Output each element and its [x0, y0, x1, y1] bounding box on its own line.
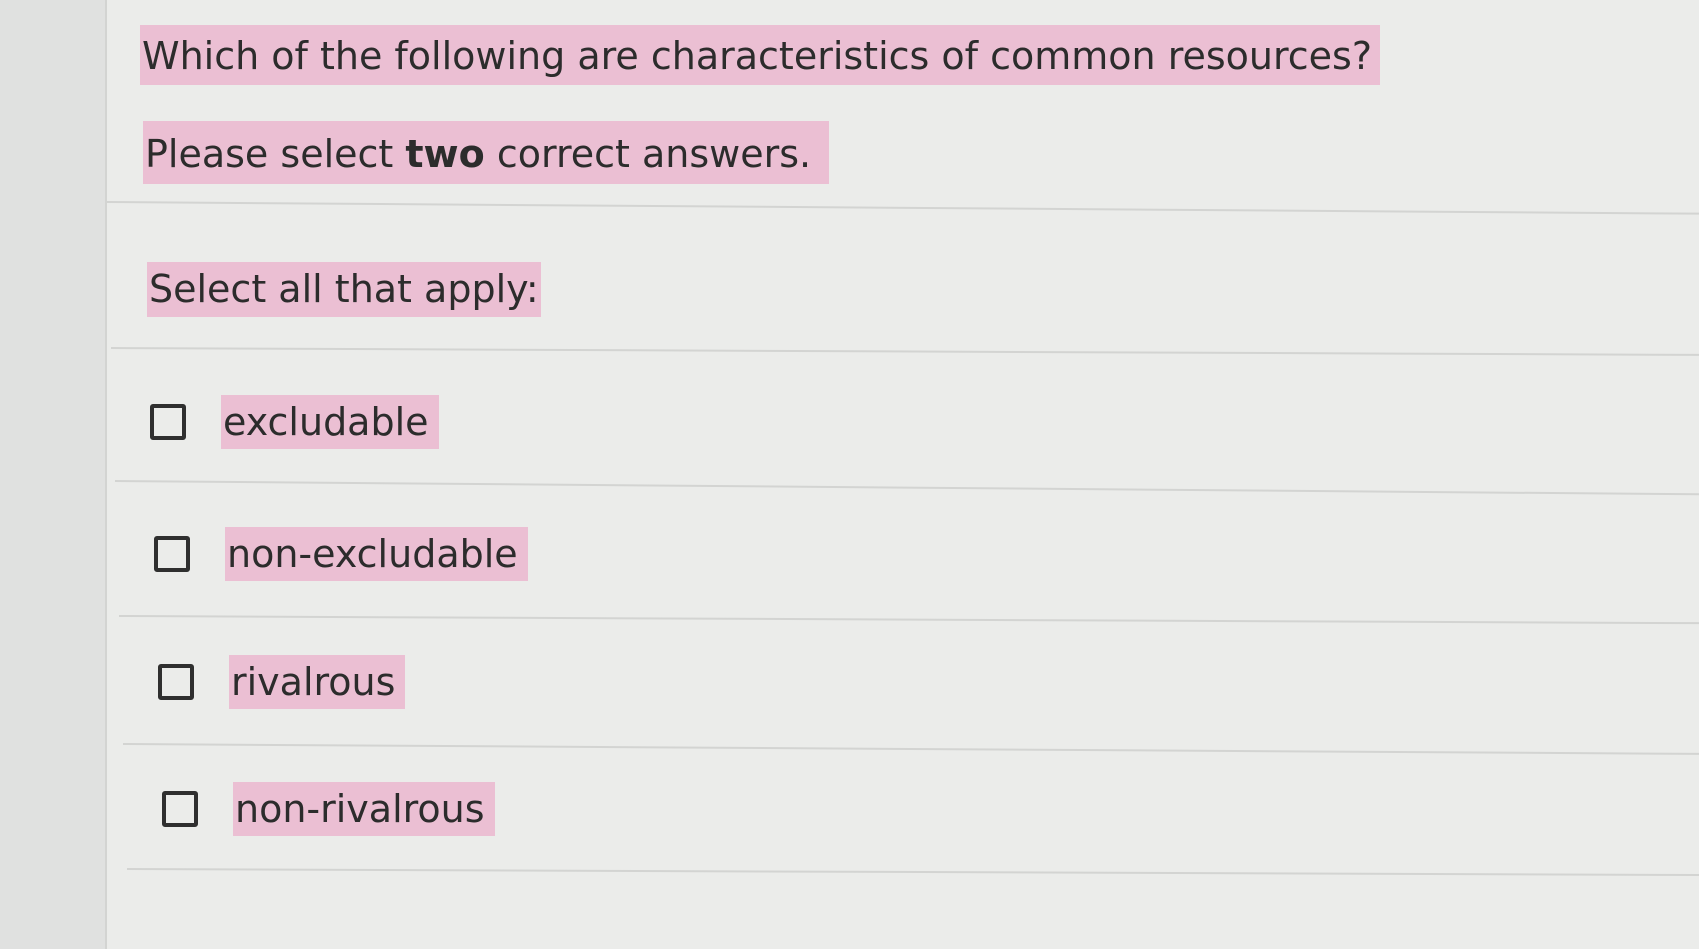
- option-non-rivalrous[interactable]: non-rivalrous: [162, 782, 495, 836]
- option-rivalrous[interactable]: rivalrous: [158, 655, 406, 709]
- left-gutter: [0, 0, 110, 949]
- checkbox[interactable]: [162, 791, 198, 827]
- option-label: non-excludable: [225, 527, 528, 581]
- question-text: Which of the following are characteristi…: [140, 25, 1381, 85]
- option-non-excludable[interactable]: non-excludable: [154, 527, 528, 581]
- instruction-prefix: Please select: [145, 132, 406, 176]
- option-excludable[interactable]: excludable: [150, 395, 439, 449]
- checkbox[interactable]: [154, 536, 190, 572]
- instruction-emphasis: two: [405, 132, 485, 176]
- option-label: rivalrous: [229, 655, 406, 709]
- instruction-text: Please select two correct answers.: [143, 121, 830, 184]
- instruction-suffix: correct answers.: [484, 132, 812, 176]
- checkbox[interactable]: [158, 664, 194, 700]
- option-label: excludable: [221, 395, 439, 449]
- select-all-label: Select all that apply:: [147, 262, 541, 317]
- checkbox[interactable]: [150, 404, 186, 440]
- option-label: non-rivalrous: [233, 782, 495, 836]
